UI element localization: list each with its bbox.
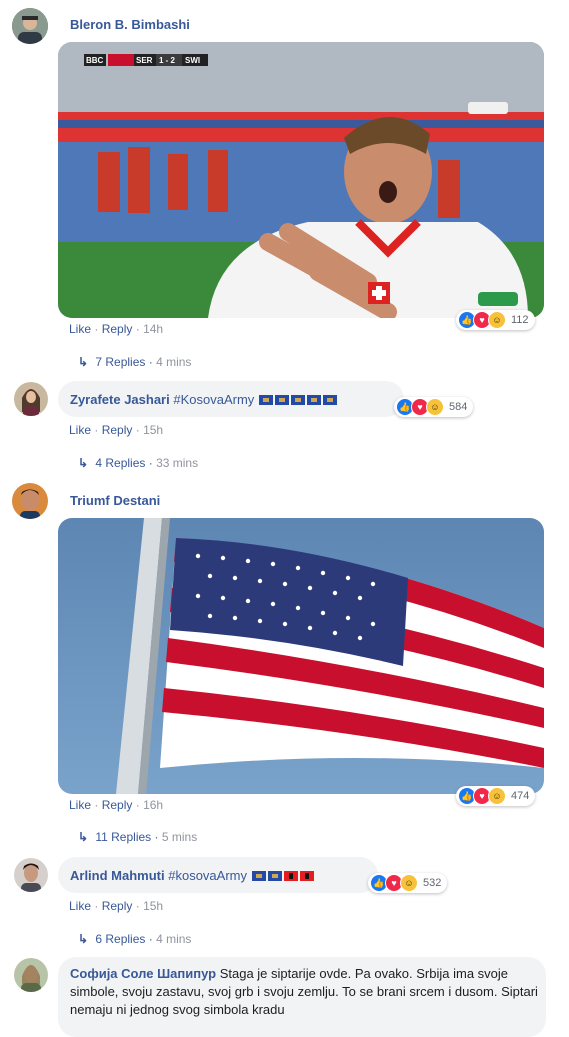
comment-bubble: Zyrafete Jashari #KosovaArmy	[58, 381, 404, 417]
view-replies-link[interactable]: ↳ 6 Replies · 4 mins	[78, 932, 191, 946]
like-link[interactable]: Like	[69, 423, 91, 437]
comment-bubble: Софија Соле Шапипур Staga je siptarije o…	[58, 957, 546, 1037]
reply-arrow-icon: ↳	[78, 355, 89, 369]
like-link[interactable]: Like	[69, 899, 91, 913]
replies-ago: 4 mins	[156, 355, 192, 369]
comment-author[interactable]: Triumf Destani	[70, 493, 160, 508]
reaction-summary[interactable]: 👍 ♥ ☺ 474	[456, 786, 536, 806]
comment-image-flag[interactable]	[58, 518, 544, 794]
avatar[interactable]	[14, 382, 48, 416]
separator: ·	[94, 322, 99, 336]
comment-body: Софија Соле Шапипур Staga je siptarije o…	[70, 965, 538, 1019]
separator: ·	[154, 830, 159, 844]
comment-time[interactable]: 15h	[143, 423, 163, 437]
reply-arrow-icon: ↳	[78, 456, 89, 470]
comment-author[interactable]: Софија Соле Шапипур	[70, 966, 216, 981]
separator: ·	[135, 899, 140, 913]
reaction-count: 474	[511, 790, 530, 802]
separator: ·	[94, 798, 99, 812]
replies-ago: 33 mins	[156, 456, 199, 470]
reply-link[interactable]: Reply	[102, 322, 133, 336]
flag-kosovo-icon	[251, 871, 266, 881]
comment-actions: Like · Reply · 15h	[69, 899, 163, 913]
hashtag-link[interactable]: #kosovaArmy	[168, 868, 247, 883]
replies-count: 11 Replies	[95, 830, 152, 844]
scoreboard-team-right: SWI	[185, 56, 200, 65]
comment-author[interactable]: Bleron B. Bimbashi	[70, 17, 190, 32]
comment-author[interactable]: Zyrafete Jashari	[70, 392, 170, 407]
scoreboard-team-left: SER	[136, 56, 153, 65]
flag-albania-icon	[299, 871, 314, 881]
like-link[interactable]: Like	[69, 798, 91, 812]
flag-kosovo-icon	[274, 395, 289, 405]
replies-count: 6 Replies	[95, 932, 146, 946]
reply-arrow-icon: ↳	[78, 830, 89, 844]
view-replies-link[interactable]: ↳ 4 Replies · 33 mins	[78, 456, 198, 470]
reaction-summary[interactable]: 👍 ♥ ☺ 532	[368, 873, 448, 893]
scoreboard-score: 1 - 2	[159, 56, 176, 65]
reaction-count: 112	[511, 314, 529, 326]
avatar[interactable]	[14, 958, 48, 992]
flag-albania-icon	[283, 871, 298, 881]
view-replies-link[interactable]: ↳ 7 Replies · 4 mins	[78, 355, 191, 369]
separator: ·	[135, 798, 140, 812]
haha-reaction-icon: ☺	[488, 311, 506, 329]
view-replies-link[interactable]: ↳ 11 Replies · 5 mins	[78, 830, 197, 844]
separator: ·	[135, 423, 140, 437]
comment-author[interactable]: Arlind Mahmuti	[70, 868, 165, 883]
avatar[interactable]	[12, 8, 48, 44]
reply-arrow-icon: ↳	[78, 932, 89, 946]
haha-reaction-icon: ☺	[488, 787, 506, 805]
comment-time[interactable]: 14h	[143, 322, 163, 336]
comment-bubble: Arlind Mahmuti #kosovaArmy	[58, 857, 378, 893]
broadcaster-logo: BBC	[86, 56, 104, 65]
haha-reaction-icon: ☺	[426, 398, 444, 416]
separator: ·	[148, 932, 153, 946]
reply-link[interactable]: Reply	[102, 899, 133, 913]
flag-kosovo-icon	[306, 395, 321, 405]
comment-actions: Like · Reply · 16h	[69, 798, 163, 812]
comment-time[interactable]: 16h	[143, 798, 163, 812]
separator: ·	[148, 456, 153, 470]
comment-actions: Like · Reply · 15h	[69, 423, 163, 437]
flag-kosovo-icon	[258, 395, 273, 405]
reaction-count: 532	[423, 877, 442, 889]
comment-image-match[interactable]: BBC SER 1 - 2 SWI	[58, 42, 544, 318]
comment-actions: Like · Reply · 14h	[69, 322, 163, 336]
flag-kosovo-icon	[267, 871, 282, 881]
separator: ·	[94, 899, 99, 913]
haha-reaction-icon: ☺	[400, 874, 418, 892]
avatar[interactable]	[12, 483, 48, 519]
flag-kosovo-icon	[290, 395, 305, 405]
separator: ·	[148, 355, 153, 369]
reaction-count: 584	[449, 401, 468, 413]
separator: ·	[135, 322, 140, 336]
like-link[interactable]: Like	[69, 322, 91, 336]
comment-time[interactable]: 15h	[143, 899, 163, 913]
hashtag-link[interactable]: #KosovaArmy	[173, 392, 254, 407]
replies-count: 7 Replies	[95, 355, 146, 369]
replies-ago: 4 mins	[156, 932, 192, 946]
reaction-summary[interactable]: 👍 ♥ ☺ 112	[456, 310, 535, 330]
reply-link[interactable]: Reply	[102, 423, 133, 437]
avatar[interactable]	[14, 858, 48, 892]
flag-kosovo-icon	[322, 395, 337, 405]
replies-count: 4 Replies	[95, 456, 146, 470]
reaction-summary[interactable]: 👍 ♥ ☺ 584	[394, 397, 474, 417]
reply-link[interactable]: Reply	[102, 798, 133, 812]
separator: ·	[94, 423, 99, 437]
replies-ago: 5 mins	[161, 830, 198, 844]
